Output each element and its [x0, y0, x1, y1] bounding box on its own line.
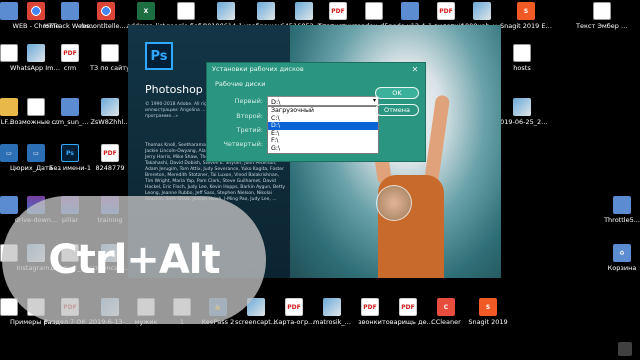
image-icon [217, 2, 235, 20]
keystroke-text: Ctrl+Alt [48, 237, 220, 283]
scratch-disks-heading: Рабочие диски [215, 80, 266, 88]
close-icon[interactable]: ✕ [410, 65, 420, 74]
pdf-icon: PDF [285, 298, 303, 316]
scratch-disks-dialog: Установки рабочих дисков ✕ Рабочие диски… [206, 62, 426, 162]
pdf-icon: PDF [61, 44, 79, 62]
desktop-icon-label: hosts [513, 65, 531, 72]
document-icon [365, 2, 383, 20]
third-disk-label: Третий: [236, 126, 263, 134]
ok-button[interactable]: OK [375, 87, 419, 99]
disk-option[interactable]: E:\ [268, 130, 378, 138]
splash-product-title: Photoshop C [145, 83, 214, 96]
desktop-icon-label: Текст Эмбер Рассылки [576, 23, 628, 30]
chevron-down-icon[interactable]: ▾ [373, 97, 376, 104]
first-disk-label: Первый: [234, 97, 263, 105]
second-disk-label: Второй: [236, 112, 263, 120]
image-icon [295, 2, 313, 20]
desktop-icon[interactable]: Throttle5... [596, 196, 640, 224]
document-icon [27, 98, 45, 116]
image-icon [473, 2, 491, 20]
disk-option[interactable]: G:\ [268, 145, 378, 153]
desktop-icon[interactable]: ♻ Корзина [596, 244, 640, 272]
httrack-icon [61, 2, 79, 20]
document-icon [177, 2, 195, 20]
disk-dropdown-list[interactable]: Загрузочный C:\ D:\ E:\ F:\ G:\ [267, 106, 379, 154]
desktop-icon[interactable]: 2019-06-25_2 1-44-11 [496, 98, 548, 126]
artwork-arm-right [423, 94, 451, 186]
chrome-icon [27, 2, 45, 20]
desktop-icon[interactable]: S Snagit 2019 Editor [500, 2, 552, 30]
pdf-icon: PDF [101, 144, 119, 162]
document-icon [101, 44, 119, 62]
desktop-icon-label: 2019-06-25_2 1-44-11 [496, 119, 548, 126]
corner-widget-icon[interactable] [618, 342, 632, 356]
snagit-icon: S [479, 298, 497, 316]
app-icon [613, 196, 631, 214]
desktop-icon-label: Корзина [607, 265, 637, 272]
disk-option[interactable]: Загрузочный [268, 107, 378, 115]
desktop-icon-label: Throttle5... [604, 217, 640, 224]
pdf-icon: PDF [329, 2, 347, 20]
desktop-icon-label: Snagit 2019 [468, 319, 508, 326]
disk-option[interactable]: C:\ [268, 115, 378, 123]
keystroke-overlay: Ctrl+Alt [2, 196, 266, 324]
app-icon [401, 2, 419, 20]
disk-option[interactable]: D:\ [268, 122, 378, 130]
photoshop-logo-icon: Ps [145, 42, 173, 70]
dialog-body: Рабочие диски Первый: Второй: Третий: Че… [215, 80, 379, 154]
image-icon [513, 98, 531, 116]
image-icon [323, 298, 341, 316]
snagit-icon: S [517, 2, 535, 20]
pdf-icon: PDF [399, 298, 417, 316]
recycle-bin-icon: ♻ [613, 244, 631, 262]
fourth-disk-label: Четвертый: [223, 140, 263, 148]
dialog-title: Установки рабочих дисков [212, 65, 304, 73]
pdf-icon: PDF [437, 2, 455, 20]
photoshop-icon: Ps [61, 144, 79, 162]
disk-option[interactable]: F:\ [268, 137, 378, 145]
document-icon [513, 44, 531, 62]
desktop-icon-label: Snagit 2019 Editor [500, 23, 552, 30]
artwork-orb [376, 185, 412, 221]
first-disk-select[interactable]: D:\ ▾ [267, 96, 379, 106]
chrome-icon [97, 2, 115, 20]
excel-icon: X [137, 2, 155, 20]
cancel-button[interactable]: Отмена [375, 104, 419, 116]
monitor-icon: ▭ [27, 144, 45, 162]
desktop-icon[interactable]: hosts [496, 44, 548, 72]
desktop-icon[interactable]: Текст Эмбер Рассылки [576, 2, 628, 30]
ccleaner-icon: C [437, 298, 455, 316]
dialog-titlebar[interactable]: Установки рабочих дисков ✕ [207, 63, 425, 75]
desktop-icon[interactable]: S Snagit 2019 [462, 298, 514, 326]
app-icon [61, 98, 79, 116]
desktop: WEB - Chrome HTTrack Websi... remontltelle… [0, 0, 640, 360]
pdf-icon: PDF [361, 298, 379, 316]
document-icon [593, 2, 611, 20]
image-icon [101, 98, 119, 116]
image-icon [257, 2, 275, 20]
image-icon [27, 44, 45, 62]
first-disk-value: D:\ [271, 98, 281, 106]
